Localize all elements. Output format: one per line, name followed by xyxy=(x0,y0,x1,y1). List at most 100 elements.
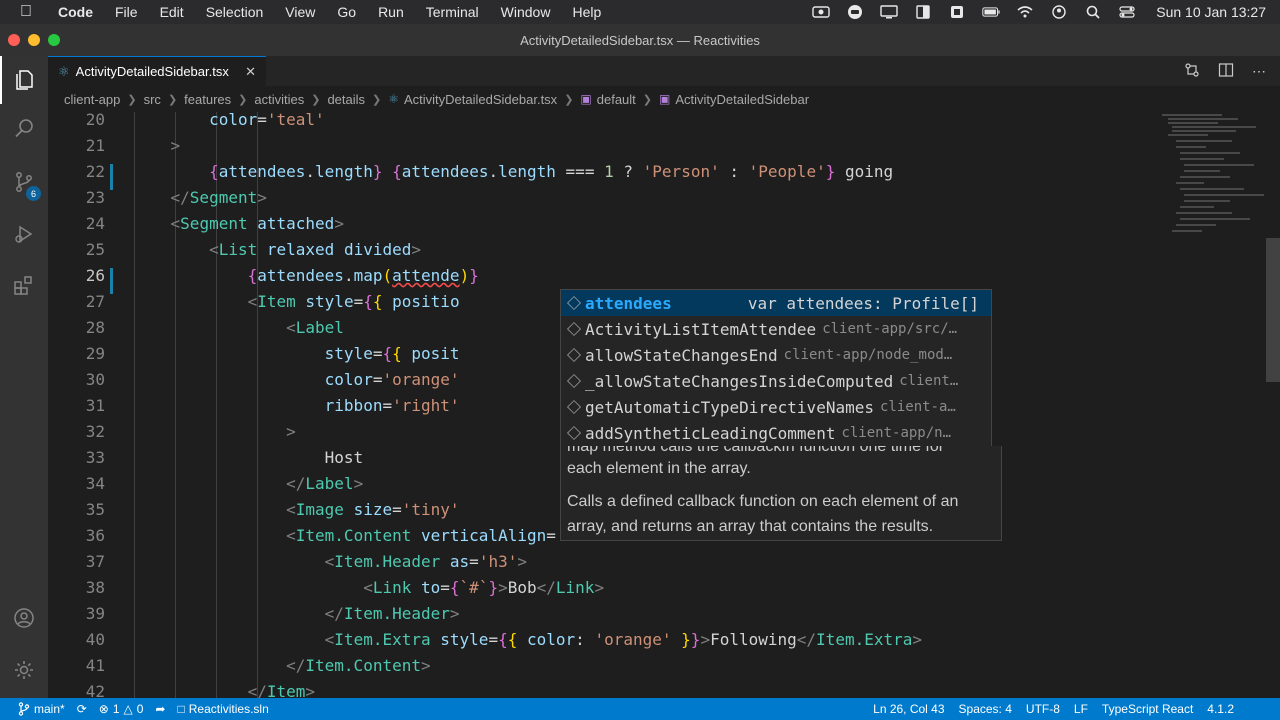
suggestion-detail: client-app/src/… xyxy=(822,321,958,337)
line-number: 23 xyxy=(85,188,105,207)
vertical-scrollbar[interactable] xyxy=(1266,238,1280,382)
line-number: 22 xyxy=(85,162,105,181)
wifi-icon[interactable] xyxy=(1016,5,1034,19)
minimap[interactable] xyxy=(1158,112,1268,698)
suggestion-item[interactable]: allowStateChangesEnd client-app/node_mod… xyxy=(561,342,991,368)
breadcrumb-item[interactable]: ActivityDetailedSidebar xyxy=(675,92,809,107)
suggestion-docs: map method calls the callbackfn function… xyxy=(560,446,1002,541)
indentation[interactable]: Spaces: 4 xyxy=(953,702,1018,716)
line-number: 40 xyxy=(85,630,105,649)
explorer-icon[interactable] xyxy=(0,56,48,104)
apple-icon[interactable]:  xyxy=(20,3,40,21)
suggestion-item[interactable]: addSyntheticLeadingComment client-app/n… xyxy=(561,420,991,446)
line-number: 32 xyxy=(85,422,105,441)
split-editor-icon[interactable] xyxy=(1218,62,1234,81)
menu-app-code[interactable]: Code xyxy=(58,4,93,20)
spotlight-search-icon[interactable] xyxy=(1084,5,1102,19)
chevron-right-icon: ❯ xyxy=(167,93,178,106)
chevron-right-icon: ❯ xyxy=(238,93,248,106)
line-number: 42 xyxy=(85,682,105,698)
breadcrumb-item[interactable]: client-app xyxy=(64,92,120,107)
breadcrumb-item[interactable]: activities xyxy=(254,92,304,107)
suggestion-item[interactable]: attendees var attendees: Profile[] xyxy=(561,290,991,316)
line-number: 31 xyxy=(85,396,105,415)
line-number: 37 xyxy=(85,552,105,571)
folder-icon: □ xyxy=(177,702,185,716)
menu-terminal[interactable]: Terminal xyxy=(426,4,479,20)
line-number: 36 xyxy=(85,526,105,545)
breadcrumb-item[interactable]: ActivityDetailedSidebar.tsx xyxy=(404,92,557,107)
suggestion-detail: client… xyxy=(899,373,959,389)
minimize-window-button[interactable] xyxy=(28,34,40,46)
solution-indicator[interactable]: □ Reactivities.sln xyxy=(171,702,274,716)
suggestion-label: getAutomaticTypeDirectiveNames xyxy=(585,397,874,417)
breadcrumb-item[interactable]: features xyxy=(184,92,231,107)
line-number: 29 xyxy=(85,344,105,363)
compare-changes-icon[interactable] xyxy=(1184,62,1200,81)
more-actions-icon[interactable]: ⋯ xyxy=(1252,63,1266,80)
suggestion-label: allowStateChangesEnd xyxy=(585,345,778,365)
zoom-window-button[interactable] xyxy=(48,34,60,46)
close-icon[interactable]: ✕ xyxy=(245,64,256,80)
source-control-badge: 6 xyxy=(26,186,41,201)
menu-window[interactable]: Window xyxy=(501,4,551,20)
close-window-button[interactable] xyxy=(8,34,20,46)
sync-icon[interactable]: ⟳ xyxy=(71,702,93,716)
code-line: 41 </Item.Content> xyxy=(48,653,1148,679)
menu-selection[interactable]: Selection xyxy=(206,4,264,20)
menu-help[interactable]: Help xyxy=(572,4,601,20)
menu-view[interactable]: View xyxy=(285,4,315,20)
window-title: ActivityDetailedSidebar.tsx — Reactiviti… xyxy=(520,32,760,48)
manage-gear-icon[interactable] xyxy=(0,646,48,694)
screen-record-icon[interactable] xyxy=(812,5,830,19)
line-number: 38 xyxy=(85,578,105,597)
react-file-icon: ⚛ xyxy=(388,92,399,106)
line-app-icon[interactable] xyxy=(846,5,864,19)
git-branch[interactable]: main* xyxy=(12,702,71,716)
cursor-position[interactable]: Ln 26, Col 43 xyxy=(867,702,950,716)
suggestion-detail: client-app/n… xyxy=(841,425,952,441)
keyboard-icon[interactable] xyxy=(948,5,966,19)
control-center-icon[interactable] xyxy=(1118,5,1136,19)
menubar-clock[interactable]: Sun 10 Jan 13:27 xyxy=(1156,4,1266,20)
line-number: 34 xyxy=(85,474,105,493)
live-share-icon[interactable]: ➦ xyxy=(149,702,171,716)
menubar-status-area: Sun 10 Jan 13:27 xyxy=(812,0,1266,24)
symbol-icon xyxy=(567,374,581,388)
code-line: 24 <Segment attached> xyxy=(48,211,1148,237)
menu-run[interactable]: Run xyxy=(378,4,404,20)
symbol-icon xyxy=(567,400,581,414)
file-encoding[interactable]: UTF-8 xyxy=(1020,702,1066,716)
breadcrumb-item[interactable]: details xyxy=(327,92,365,107)
breadcrumb-item[interactable]: src xyxy=(144,92,161,107)
code-line: 22 {attendees.length} {attendees.length … xyxy=(48,159,1148,185)
user-account-icon[interactable] xyxy=(1050,5,1068,19)
extensions-icon[interactable] xyxy=(0,262,48,310)
end-of-line[interactable]: LF xyxy=(1068,702,1094,716)
window-layout-icon[interactable] xyxy=(914,5,932,19)
source-control-icon[interactable]: 6 xyxy=(0,158,48,206)
breadcrumb-item[interactable]: default xyxy=(597,92,636,107)
line-number: 39 xyxy=(85,604,105,623)
run-debug-icon[interactable] xyxy=(0,210,48,258)
error-count: 1 xyxy=(112,702,120,716)
battery-icon[interactable] xyxy=(982,5,1000,19)
tab-activitydetailedsidebar[interactable]: ⚛ ActivityDetailedSidebar.tsx ✕ xyxy=(48,56,266,86)
suggestion-item[interactable]: ActivityListItemAttendee client-app/src/… xyxy=(561,316,991,342)
chevron-right-icon: ❯ xyxy=(642,93,653,106)
menu-file[interactable]: File xyxy=(115,4,138,20)
display-icon[interactable] xyxy=(880,5,898,19)
language-mode[interactable]: TypeScript React xyxy=(1096,702,1199,716)
suggestion-item[interactable]: _allowStateChangesInsideComputed client… xyxy=(561,368,991,394)
suggestion-item[interactable]: getAutomaticTypeDirectiveNames client-a… xyxy=(561,394,991,420)
menu-go[interactable]: Go xyxy=(337,4,356,20)
symbol-icon: ▣ xyxy=(659,92,671,106)
search-icon[interactable] xyxy=(0,104,48,152)
problems-indicator[interactable]: ⊗ 1 △ 0 xyxy=(93,702,150,716)
typescript-version[interactable]: 4.1.2 xyxy=(1201,702,1240,716)
error-icon: ⊗ xyxy=(98,702,109,716)
symbol-icon xyxy=(567,348,581,362)
menu-edit[interactable]: Edit xyxy=(160,4,184,20)
line-number: 28 xyxy=(85,318,105,337)
accounts-icon[interactable] xyxy=(0,594,48,642)
